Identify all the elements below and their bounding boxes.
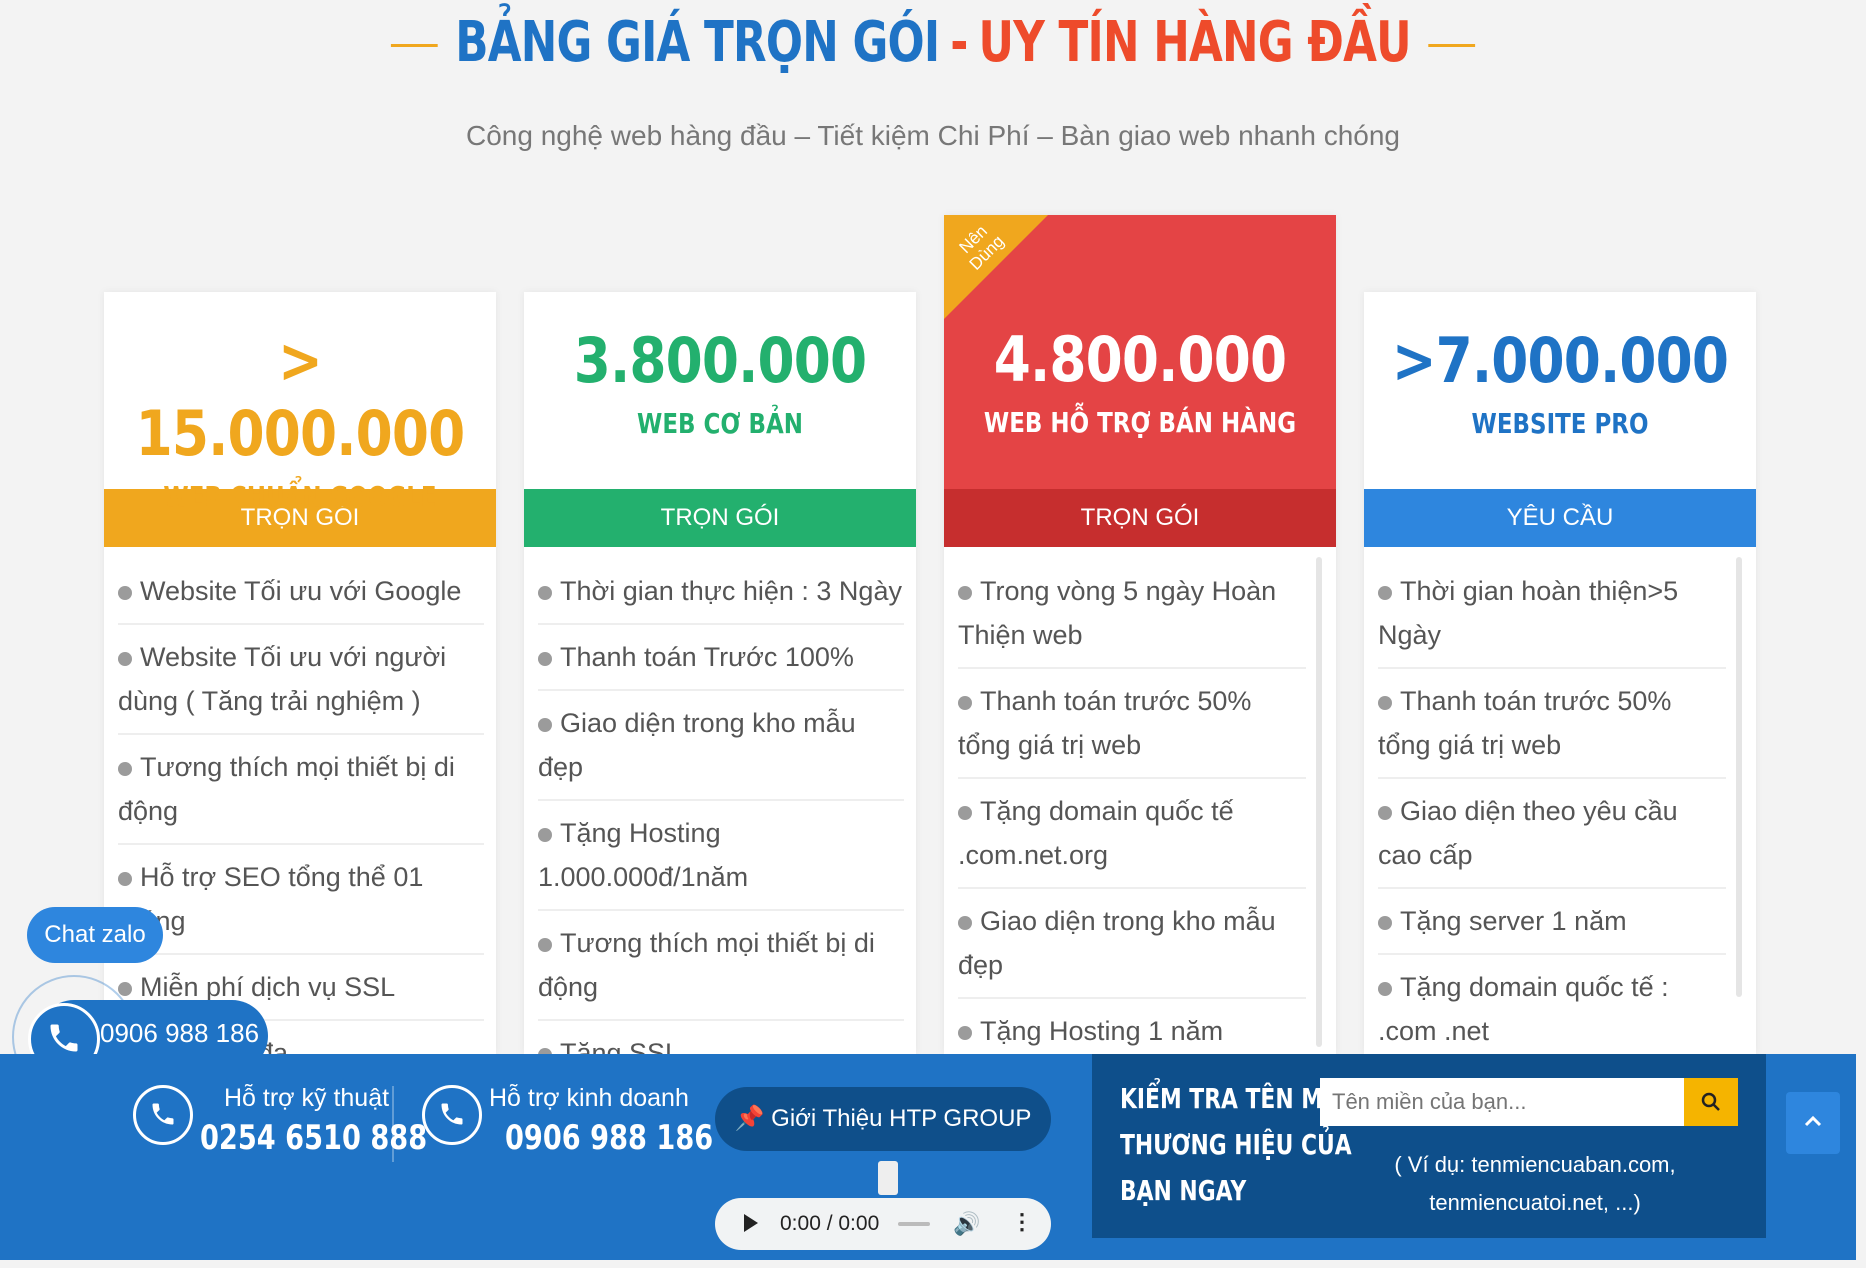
list-item: Thời gian thực hiện : 3 Ngày: [538, 559, 904, 625]
sales-support-label: Hỗ trợ kinh doanh: [489, 1084, 689, 1112]
list-item: Website Tối ưu với người dùng ( Tăng trả…: [118, 625, 484, 735]
audio-time: 0:00 / 0:00: [780, 1212, 880, 1235]
search-icon: [1701, 1092, 1720, 1111]
bullet-icon: [1378, 981, 1392, 996]
bullet-icon: [958, 695, 972, 710]
feature-list: Thời gian hoàn thiện>5 Ngày Thanh toán t…: [1364, 547, 1756, 1054]
plan-price: 3.800.000: [573, 324, 867, 397]
bullet-icon: [1378, 915, 1392, 930]
bullet-icon: [1378, 585, 1392, 600]
tech-support-label: Hỗ trợ kỹ thuật: [224, 1084, 390, 1112]
list-item: Thanh toán Trước 100%: [538, 625, 904, 691]
domain-check-title: KIỂM TRA TÊN MIỀN THƯƠNG HIỆU CỦA BẠN NG…: [1120, 1082, 1365, 1207]
bullet-icon: [958, 915, 972, 930]
pricing-card-basic: 3.800.000 WEB CƠ BẢN TRỌN GÓI Thời gian …: [524, 292, 916, 1054]
chat-zalo-button[interactable]: Chat zalo: [27, 907, 163, 963]
phone-icon: [422, 1085, 482, 1145]
card-header: Nên Dùng 4.800.000 WEB HỖ TRỢ BÁN HÀNG: [944, 215, 1336, 489]
list-item: Hỗ trợ SEO tổng thể 01 tháng: [118, 845, 484, 955]
bullet-icon: [118, 871, 132, 886]
title-separator: -: [950, 10, 968, 75]
scroll-to-top-button[interactable]: [1786, 1092, 1840, 1154]
title-part1: BẢNG GIÁ TRỌN GÓI: [455, 10, 940, 75]
pin-icon: 📌: [734, 1105, 765, 1132]
feature-list: Thời gian thực hiện : 3 Ngày Thanh toán …: [524, 547, 916, 1054]
page-title: BẢNG GIÁ TRỌN GÓI - UY TÍN HÀNG ĐẦU: [205, 10, 1660, 75]
card-header: 3.800.000 WEB CƠ BẢN: [524, 292, 916, 489]
bullet-icon: [538, 651, 552, 666]
feature-scrollbar[interactable]: [1316, 557, 1322, 1047]
bullet-icon: [118, 981, 132, 996]
plan-band[interactable]: TRỌN GÓI: [524, 489, 916, 547]
list-item: Website Tối ưu với Google: [118, 559, 484, 625]
plan-name: WEB HỖ TRỢ BÁN HÀNG: [983, 406, 1297, 439]
intro-htp-group-button[interactable]: 📌 Giới Thiệu HTP GROUP: [715, 1087, 1051, 1151]
list-item: Giao diện theo yêu cầu cao cấp: [1378, 779, 1726, 889]
plan-price: 4.800.000: [993, 323, 1287, 396]
list-item: Tặng SSL: [538, 1021, 904, 1054]
title-dash-right: [1427, 44, 1475, 48]
more-options-icon[interactable]: ⋮: [1011, 1209, 1033, 1235]
bullet-icon: [538, 937, 552, 952]
list-item: Tương thích mọi thiết bị di động: [538, 911, 904, 1021]
bullet-icon: [538, 717, 552, 732]
plan-band[interactable]: TRỌN GÓI: [944, 489, 1336, 547]
bullet-icon: [538, 585, 552, 600]
list-item: Tặng domain quốc tế : .com .net: [1378, 955, 1726, 1054]
feature-scrollbar[interactable]: [1736, 557, 1742, 997]
page-subtitle: Công nghệ web hàng đầu – Tiết kiệm Chi P…: [466, 120, 1400, 151]
bullet-icon: [958, 1025, 972, 1040]
card-header: > 15.000.000 WEB CHUẨN GOOGLE: [104, 292, 496, 513]
bullet-icon: [538, 827, 552, 842]
title-part2: UY TÍN HÀNG ĐẦU: [978, 10, 1412, 75]
list-item: Tặng domain quốc tế .com.net.org: [958, 779, 1306, 889]
list-item: Giao diện trong kho mẫu đẹp: [958, 889, 1306, 999]
list-item: Trong vòng 5 ngày Hoàn Thiện web: [958, 559, 1306, 669]
footer-divider: [392, 1086, 394, 1162]
list-item: Thời gian hoàn thiện>5 Ngày: [1378, 559, 1726, 669]
plan-name: WEB CƠ BẢN: [637, 407, 803, 440]
bullet-icon: [1378, 695, 1392, 710]
feature-list: Trong vòng 5 ngày Hoàn Thiện web Thanh t…: [944, 547, 1336, 1054]
list-item: Thanh toán trước 50% tổng giá trị web: [958, 669, 1306, 779]
title-dash-left: [391, 44, 439, 48]
bullet-icon: [118, 585, 132, 600]
pricing-card-sales: Nên Dùng 4.800.000 WEB HỖ TRỢ BÁN HÀNG T…: [944, 215, 1336, 1054]
list-item: Giao diện trong kho mẫu đẹp: [538, 691, 904, 801]
domain-example: ( Ví dụ: tenmiencuaban.com, tenmiencuato…: [1394, 1152, 1676, 1215]
audio-progress[interactable]: [898, 1222, 930, 1226]
feature-list: Website Tối ưu với Google Website Tối ưu…: [104, 547, 496, 1054]
list-item: Tặng Hosting 1 năm 1.000.000: [958, 999, 1306, 1054]
bullet-icon: [958, 585, 972, 600]
list-item: Tặng server 1 năm: [1378, 889, 1726, 955]
plan-price: > 15.000.000: [135, 324, 466, 470]
volume-icon[interactable]: 🔊: [953, 1211, 980, 1237]
intro-button-label: Giới Thiệu HTP GROUP: [771, 1105, 1032, 1132]
list-item: Thanh toán trước 50% tổng giá trị web: [1378, 669, 1726, 779]
bullet-icon: [118, 761, 132, 776]
bullet-icon: [118, 651, 132, 666]
sales-support-phone[interactable]: 0906 988 186: [505, 1118, 713, 1158]
domain-search-input[interactable]: [1320, 1078, 1684, 1126]
plan-price: >7.000.000: [1391, 324, 1729, 397]
plan-band[interactable]: YÊU CẦU: [1364, 489, 1756, 547]
list-item: Tặng Hosting 1.000.000đ/1năm: [538, 801, 904, 911]
search-button[interactable]: [1684, 1078, 1738, 1126]
list-item: Tương thích mọi thiết bị di động: [118, 735, 484, 845]
plan-name: WEB CHUẨN GOOGLE: [163, 480, 437, 513]
play-icon[interactable]: [744, 1214, 758, 1232]
card-header: >7.000.000 WEBSITE PRO: [1364, 292, 1756, 489]
pricing-card-google: > 15.000.000 WEB CHUẨN GOOGLE TRỌN GÓI W…: [104, 292, 496, 1054]
chat-phone-number[interactable]: 0906 988 186: [100, 1018, 259, 1049]
chevron-up-icon: [1804, 1115, 1822, 1127]
bullet-icon: [958, 805, 972, 820]
plan-name: WEBSITE PRO: [1471, 407, 1649, 440]
audio-player: 0:00 / 0:00 🔊 ⋮: [715, 1198, 1051, 1250]
phone-icon: [133, 1085, 193, 1145]
pricing-card-pro: >7.000.000 WEBSITE PRO YÊU CẦU Thời gian…: [1364, 292, 1756, 1054]
audio-divider: [878, 1161, 898, 1195]
bullet-icon: [1378, 805, 1392, 820]
